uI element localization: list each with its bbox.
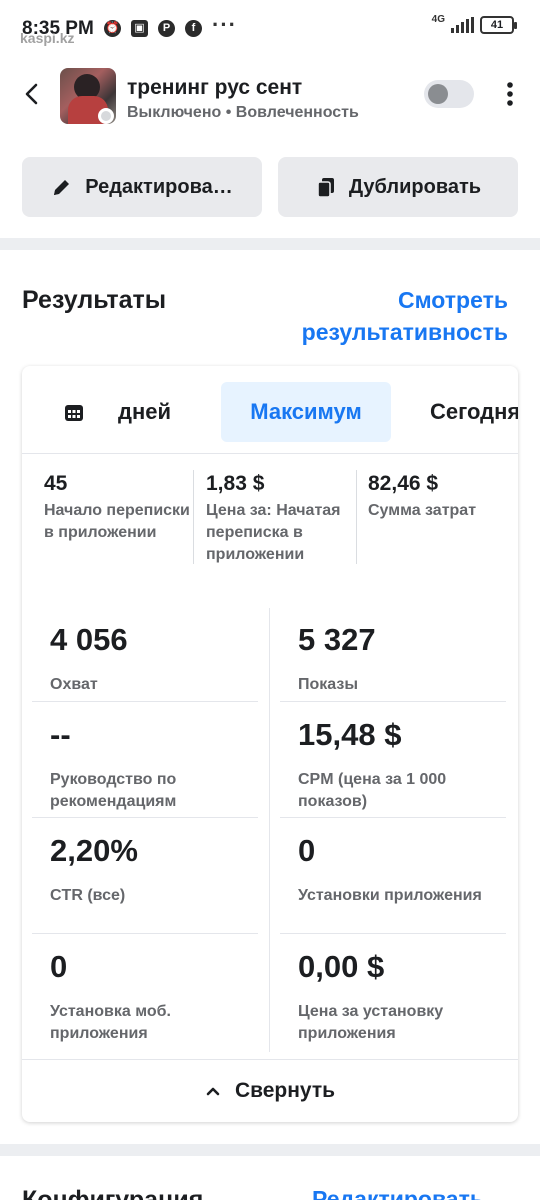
row-divider — [32, 701, 258, 702]
watermark: kaspi.kz — [20, 30, 75, 46]
metric-value: 4 056 — [50, 622, 128, 657]
metric-conversations: 45 Начало переписки в приложении — [44, 470, 198, 544]
campaign-name: тренинг рус сент — [127, 76, 303, 99]
results-title: Результаты — [22, 286, 167, 314]
metric-value: 0,00 $ — [298, 949, 385, 984]
toggle-knob — [428, 84, 448, 104]
campaign-header: тренинг рус сент Выключено • Вовлеченнос… — [0, 60, 540, 136]
duplicate-icon — [317, 178, 334, 198]
metric-label: Руководство по рекомендациям — [50, 771, 177, 810]
more-vertical-icon — [507, 82, 513, 106]
collapse-label: Свернуть — [234, 1079, 336, 1102]
notification-icons: ⏰ ▣ P f — [104, 20, 202, 37]
signal-icon — [451, 17, 474, 33]
metric-label: Охват — [50, 676, 98, 693]
metric-separator — [193, 470, 194, 564]
metric-reach: 4 056 Охват — [50, 622, 260, 696]
chevron-up-icon — [206, 1087, 220, 1096]
metric-label: Установки приложения — [298, 887, 482, 904]
back-button[interactable] — [18, 80, 46, 108]
status-right: 4G 41 — [431, 13, 517, 34]
metric-app-installs: 0 Установки приложения — [298, 833, 508, 907]
metric-label: Показы — [298, 676, 358, 693]
tab-maximum[interactable]: Максимум — [221, 382, 391, 442]
metric-recommendations: -- Руководство по рекомендациям — [50, 717, 260, 813]
date-range-selector: дней Максимум Сегодня — [22, 366, 518, 454]
metric-cost-per-install: 0,00 $ Цена за установку приложения — [298, 949, 508, 1045]
edit-button[interactable]: Редактирова… — [22, 157, 262, 217]
view-performance-link[interactable]: Смотреть результативность — [268, 284, 508, 348]
row-divider — [280, 817, 506, 818]
configuration-edit-link[interactable]: Редактировать — [312, 1186, 484, 1200]
campaign-status: Выключено — [127, 104, 222, 121]
tab-days[interactable]: дней — [118, 382, 171, 442]
results-card: дней Максимум Сегодня 45 Начало переписк… — [22, 366, 518, 1122]
battery-level: 41 — [490, 19, 504, 31]
metric-value: 82,46 $ — [368, 472, 439, 495]
row-divider — [32, 933, 258, 934]
metric-label: Сумма затрат — [368, 502, 477, 519]
duplicate-button[interactable]: Дублировать — [278, 157, 518, 217]
alarm-icon: ⏰ — [104, 20, 121, 37]
campaign-objective: Вовлеченность — [235, 104, 359, 121]
section-divider — [0, 1144, 540, 1156]
tab-today[interactable]: Сегодня — [430, 382, 518, 442]
metric-label: CTR (все) — [50, 887, 126, 904]
metric-cpm: 15,48 $ CPM (цена за 1 000 показов) — [298, 717, 508, 813]
metric-ctr: 2,20% CTR (все) — [50, 833, 260, 907]
chevron-left-icon — [25, 83, 38, 105]
metric-label: Цена за: Начатая переписка в приложении — [206, 502, 341, 563]
duplicate-label: Дублировать — [348, 175, 482, 198]
calendar-icon[interactable] — [64, 403, 84, 423]
metric-separator — [356, 470, 357, 564]
metric-label: Цена за установку приложения — [298, 1003, 444, 1042]
campaign-subtitle: Выключено • Вовлеченность — [127, 104, 359, 122]
status-bar: 8:35 PM ⏰ ▣ P f ··· kaspi.kz 4G 41 — [0, 0, 540, 60]
metric-value: 0 — [298, 833, 316, 868]
metric-cost-per-conversation: 1,83 $ Цена за: Начатая переписка в прил… — [206, 470, 360, 566]
section-divider — [0, 238, 540, 250]
edit-label: Редактирова… — [85, 175, 233, 198]
pencil-icon — [54, 180, 70, 195]
row-divider — [280, 933, 506, 934]
metric-label: CPM (цена за 1 000 показов) — [298, 771, 447, 810]
gallery-icon: ▣ — [131, 20, 148, 37]
pinterest-icon: P — [158, 20, 175, 37]
metric-value: -- — [50, 717, 71, 752]
metric-amount-spent: 82,46 $ Сумма затрат — [368, 470, 518, 522]
metric-value: 2,20% — [50, 833, 138, 868]
network-type: 4G — [431, 13, 445, 25]
metric-mobile-app-installs: 0 Установка моб. приложения — [50, 949, 260, 1045]
row-divider — [280, 701, 506, 702]
subtitle-separator: • — [225, 104, 232, 121]
more-options-button[interactable] — [498, 78, 522, 110]
battery-icon: 41 — [480, 16, 517, 34]
row-divider — [32, 817, 258, 818]
metric-value: 45 — [44, 472, 68, 495]
collapse-button[interactable]: Свернуть — [22, 1059, 518, 1122]
grid-divider — [269, 608, 270, 1052]
metric-label: Начало переписки в приложении — [44, 502, 190, 541]
facebook-icon: f — [185, 20, 202, 37]
status-overflow: ··· — [212, 12, 237, 37]
metric-impressions: 5 327 Показы — [298, 622, 508, 696]
metric-value: 1,83 $ — [206, 472, 265, 495]
configuration-title: Конфигурация — [22, 1186, 204, 1200]
metric-value: 0 — [50, 949, 68, 984]
metric-value: 5 327 — [298, 622, 376, 657]
status-dot — [98, 108, 114, 124]
metric-value: 15,48 $ — [298, 717, 402, 752]
metric-label: Установка моб. приложения — [50, 1003, 171, 1042]
campaign-toggle[interactable] — [424, 80, 474, 108]
